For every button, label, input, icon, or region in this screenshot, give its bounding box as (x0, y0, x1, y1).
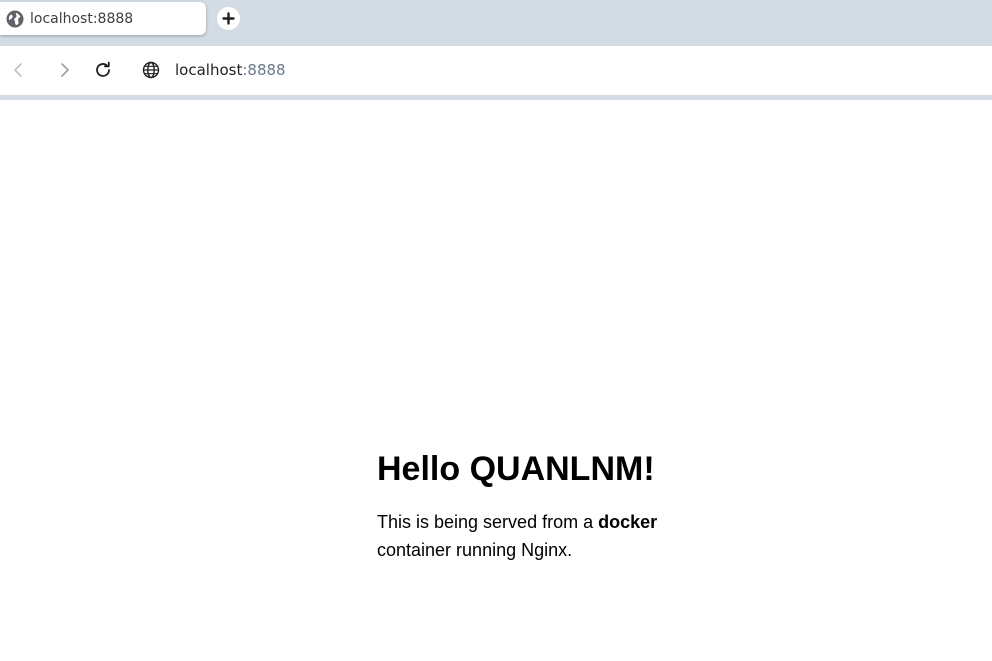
paragraph-text-after: container running Nginx. (377, 540, 573, 560)
chevron-left-icon (14, 63, 22, 77)
paragraph-text-before: This is being served from a (377, 512, 599, 532)
tab-title: localhost:8888 (30, 11, 134, 27)
reload-button[interactable] (91, 58, 115, 82)
address-port: :8888 (242, 61, 286, 79)
reload-icon (96, 61, 110, 77)
site-info-globe-icon[interactable] (141, 60, 161, 80)
new-tab-button[interactable] (217, 7, 240, 30)
page-viewport (0, 100, 992, 661)
address-bar[interactable]: localhost:8888 (175, 60, 286, 80)
plus-icon (222, 12, 235, 25)
paragraph-bold-text: docker (598, 512, 658, 532)
forward-button[interactable] (53, 58, 77, 82)
page-heading: Hello QUANLNM! (377, 450, 655, 488)
globe-icon (6, 10, 24, 28)
browser-tab[interactable]: localhost:8888 (0, 2, 206, 35)
address-host: localhost (175, 61, 243, 79)
chevron-right-icon (61, 63, 69, 77)
page-content: Hello QUANLNM! This is being served from… (377, 448, 707, 564)
back-button[interactable] (6, 58, 30, 82)
tab-strip: localhost:8888 (0, 0, 992, 46)
page-paragraph: This is being served from a docker conta… (377, 508, 707, 564)
